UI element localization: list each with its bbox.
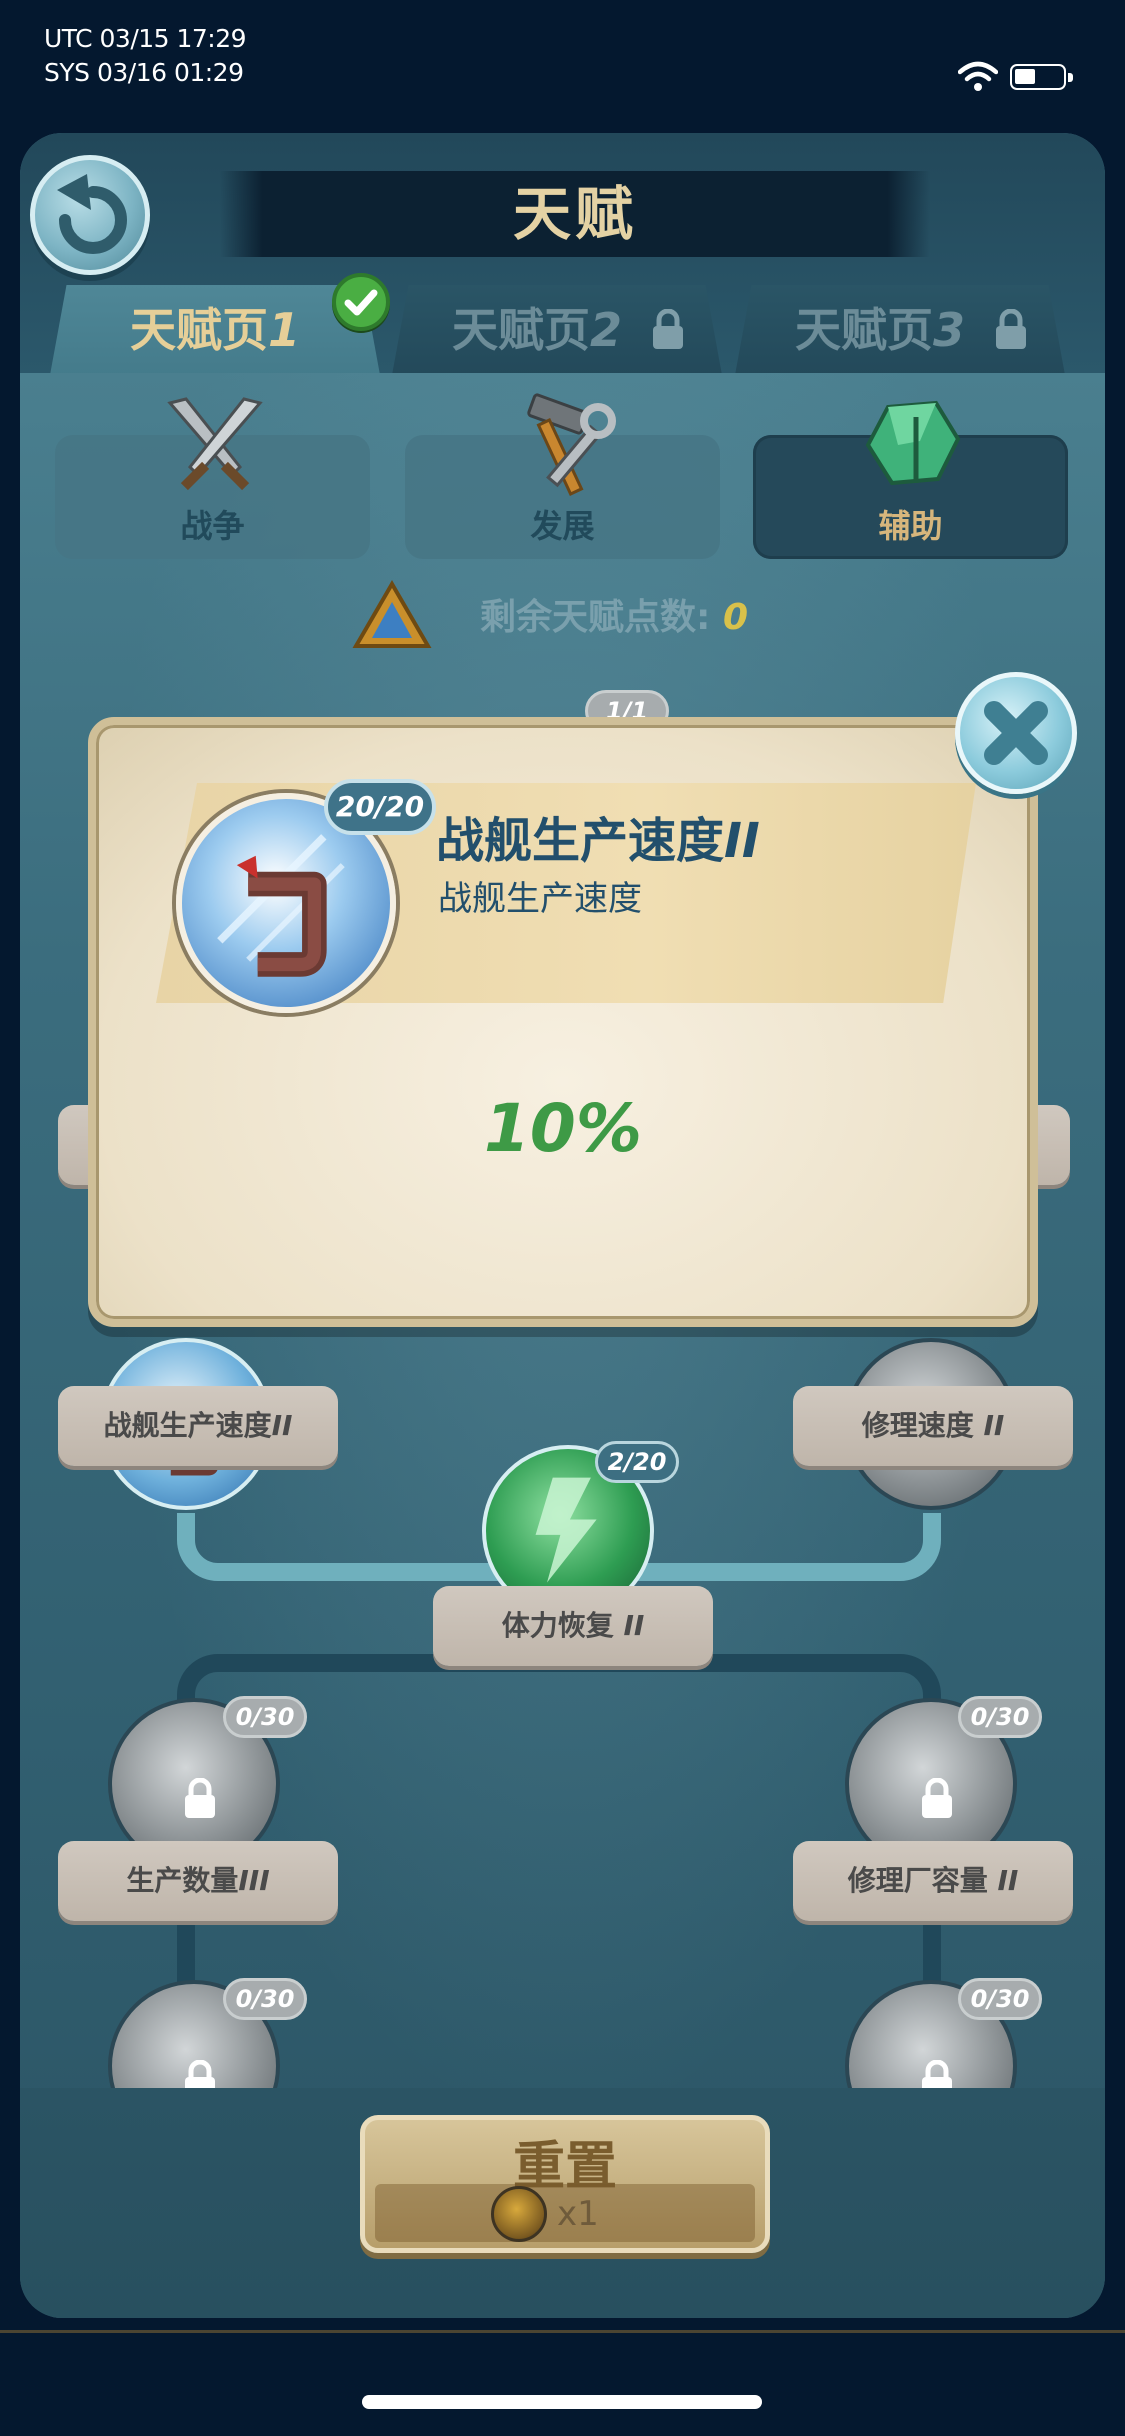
node-label-text: 战舰生产速度 <box>103 1409 272 1442</box>
reset-button[interactable]: 重置 x1 <box>360 2115 770 2253</box>
popup-subtitle: 战舰生产速度 <box>438 879 642 919</box>
node-label-production-qty[interactable]: 生产数量III <box>58 1841 338 1921</box>
sys-time: SYS 03/16 01:29 <box>44 58 244 87</box>
node-label-text: 体力恢复 <box>501 1609 614 1642</box>
node-count-bottom-right: 0/30 <box>958 1978 1042 2020</box>
node-count-bottom-left: 0/30 <box>223 1978 307 2020</box>
close-icon <box>984 701 1048 765</box>
node-label-mark: II <box>623 1609 645 1642</box>
home-indicator[interactable] <box>362 2395 762 2409</box>
node-label-mark: II <box>271 1409 293 1442</box>
popup-title-text: 战舰生产速度 <box>436 813 725 869</box>
close-button[interactable] <box>955 672 1077 794</box>
popup-level-count: 20/20 <box>324 779 436 835</box>
node-label-mark: II <box>997 1864 1019 1897</box>
lock-icon <box>185 1778 215 1818</box>
node-label-text: 修理速度 <box>861 1409 974 1442</box>
node-label-ship-speed[interactable]: 战舰生产速度II <box>58 1386 338 1466</box>
node-count-production-qty: 0/30 <box>223 1696 307 1738</box>
node-count-repair-capacity: 0/30 <box>958 1696 1042 1738</box>
utc-time: UTC 03/15 17:29 <box>44 24 247 53</box>
node-label-repair-speed[interactable]: 修理速度 II <box>793 1386 1073 1466</box>
wifi-icon <box>958 61 998 91</box>
lock-icon <box>922 1778 952 1818</box>
popup-title: 战舰生产速度II <box>436 801 760 871</box>
battery-icon <box>1010 64 1073 90</box>
node-label-text: 生产数量 <box>126 1864 239 1897</box>
node-label-mark: II <box>983 1409 1005 1442</box>
bottom-divider <box>0 2330 1125 2333</box>
node-label-repair-capacity[interactable]: 修理厂容量 II <box>793 1841 1073 1921</box>
node-label-text: 修理厂容量 <box>847 1864 988 1897</box>
reset-token-icon <box>491 2186 547 2242</box>
popup-bonus-value: 10% <box>484 1090 642 1167</box>
node-label-stamina[interactable]: 体力恢复 II <box>433 1586 713 1666</box>
talent-detail-popup: 20/20 战舰生产速度II 战舰生产速度 10% <box>88 717 1038 1327</box>
popup-title-mark: II <box>724 813 760 869</box>
node-count-stamina: 2/20 <box>595 1441 679 1483</box>
node-label-mark: III <box>238 1864 270 1897</box>
status-bar: UTC 03/15 17:29 SYS 03/16 01:29 <box>0 0 1125 130</box>
reset-cost: x1 <box>557 2194 599 2234</box>
